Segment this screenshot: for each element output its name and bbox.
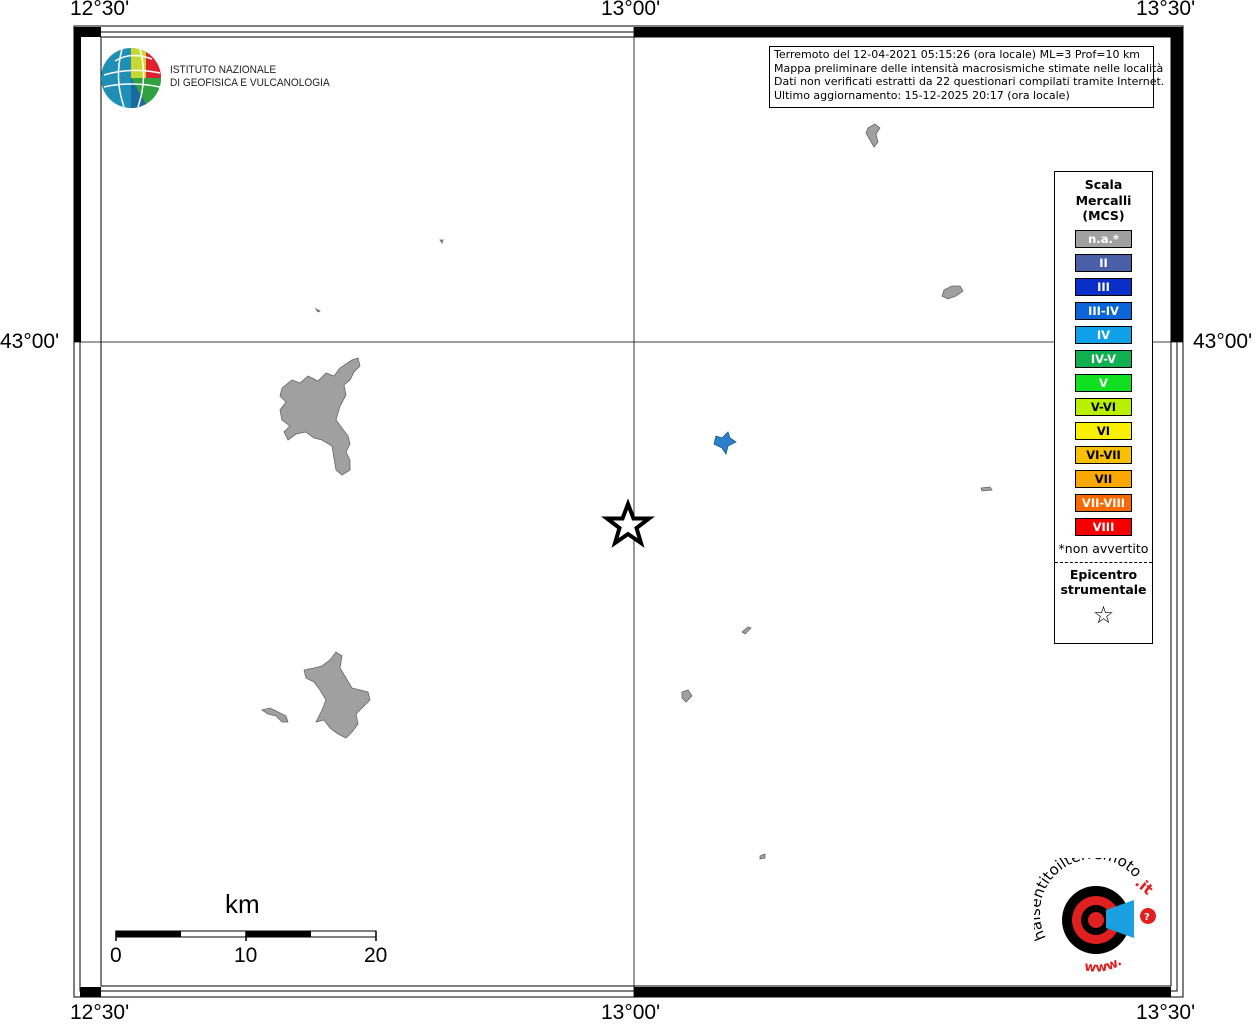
lon-label-bottom-center: 13°00' xyxy=(601,1001,661,1024)
legend-item-viii: VIII xyxy=(1075,517,1132,536)
legend-item-vi: VI xyxy=(1075,421,1132,440)
legend-epicentre-star-icon: ☆ xyxy=(1092,600,1115,629)
event-info-box: Terremoto del 12-04-2021 05:15:26 (ora l… xyxy=(769,46,1165,108)
event-info-line-3: Dati non verificati estratti da 22 quest… xyxy=(774,75,1165,88)
legend-items: n.a.* II III III-IV IV IV-V V V-VI VI VI-VII VII VI… xyxy=(1055,229,1152,540)
legend-note: *non avvertito xyxy=(1058,540,1149,556)
map-plot-area xyxy=(100,36,1172,987)
legend-item-v: V xyxy=(1075,373,1132,392)
lat-label-right: 43°00' xyxy=(1193,330,1253,353)
legend-item-iv: IV xyxy=(1075,325,1132,344)
scale-tick-20: 20 xyxy=(364,944,388,967)
legend-item-vii: VII xyxy=(1075,469,1132,488)
lon-label-bottom-left: 12°30' xyxy=(70,1001,130,1024)
event-info-line-1: Terremoto del 12-04-2021 05:15:26 (ora l… xyxy=(774,48,1141,61)
event-info-line-4: Ultimo aggiornamento: 15-12-2025 20:17 (… xyxy=(774,88,1070,102)
intensity-legend: Scala Mercalli (MCS) n.a.* II III III-IV IV I… xyxy=(1054,171,1153,644)
svg-text:?: ? xyxy=(1144,912,1150,923)
legend-item-iii-iv: III-IV xyxy=(1075,301,1132,320)
legend-epicentre-label: Epicentro strumentale xyxy=(1060,566,1147,598)
legend-item-iii: III xyxy=(1075,277,1132,296)
lon-label-bottom-right: 13°30' xyxy=(1136,1001,1196,1024)
ingv-globe-logo xyxy=(101,48,161,109)
legend-title: Scala Mercalli (MCS) xyxy=(1075,177,1132,223)
scale-tick-0: 0 xyxy=(110,944,122,967)
lat-label-left: 43°00' xyxy=(0,330,60,353)
lon-label-top-center: 13°00' xyxy=(601,0,661,20)
legend-item-n-a: n.a.* xyxy=(1075,229,1132,248)
scale-tick-10: 10 xyxy=(234,944,258,967)
badge-www-text: www. xyxy=(1083,954,1124,976)
ingv-name: ISTITUTO NAZIONALE DI GEOFISICA E VULCAN… xyxy=(170,64,330,89)
svg-text:www.: www. xyxy=(1083,954,1124,976)
event-info-line-2: Mappa preliminare delle intensità macros… xyxy=(774,61,1164,75)
haisentito-badge: ? haisentitoilterremoto .it www. xyxy=(1034,858,1157,976)
legend-item-ii: II xyxy=(1075,253,1132,272)
lon-label-top-right: 13°30' xyxy=(1136,0,1196,20)
legend-item-vii-viii: VII-VIII xyxy=(1075,493,1132,512)
legend-item-iv-v: IV-V xyxy=(1075,349,1132,368)
legend-item-vi-vii: VI-VII xyxy=(1075,445,1132,464)
legend-item-v-vi: V-VI xyxy=(1075,397,1132,416)
lon-label-top-left: 12°30' xyxy=(70,0,130,20)
scale-unit: km xyxy=(225,889,260,919)
